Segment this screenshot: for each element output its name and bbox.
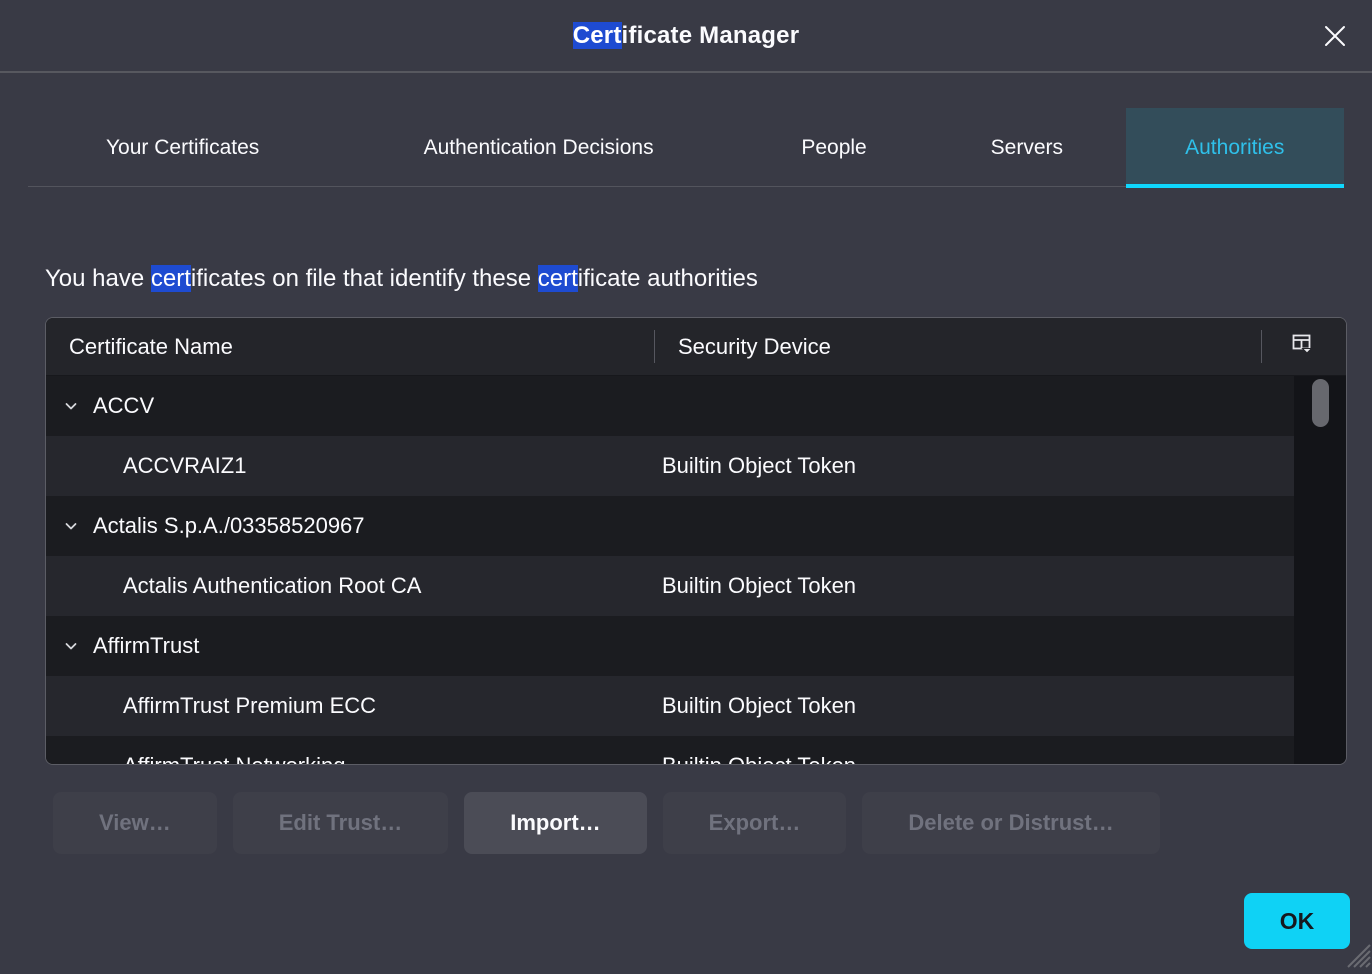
table-row[interactable]: Actalis Authentication Root CA Builtin O… (46, 556, 1294, 616)
table-row[interactable]: ACCVRAIZ1 Builtin Object Token (46, 436, 1294, 496)
certificate-group-name: ACCV (93, 393, 154, 419)
action-button-row: View… Edit Trust… Import… Export… Delete… (53, 792, 1160, 854)
certificate-manager-dialog: Certificate Manager Your Certificates Au… (0, 0, 1372, 974)
tab-bar: Your Certificates Authentication Decisio… (28, 108, 1344, 187)
table-body: ACCV ACCVRAIZ1 Builtin Object Token Acta… (46, 376, 1346, 764)
find-highlight: Cert (573, 22, 622, 49)
export-button[interactable]: Export… (663, 792, 847, 854)
chevron-down-icon[interactable] (62, 637, 80, 655)
edit-trust-button[interactable]: Edit Trust… (233, 792, 448, 854)
titlebar: Certificate Manager (0, 0, 1372, 73)
table-row[interactable]: Actalis S.p.A./03358520967 (46, 496, 1294, 556)
column-picker-button[interactable] (1282, 327, 1326, 367)
table-header: Certificate Name Security Device (46, 318, 1346, 376)
close-icon (1320, 21, 1350, 54)
chevron-down-icon[interactable] (62, 517, 80, 535)
find-highlight: cert (538, 265, 578, 292)
chevron-down-icon[interactable] (62, 397, 80, 415)
scrollbar-track[interactable] (1294, 376, 1346, 764)
delete-or-distrust-button[interactable]: Delete or Distrust… (862, 792, 1159, 854)
dialog-title: Certificate Manager (573, 22, 800, 50)
table-row[interactable]: AffirmTrust Premium ECC Builtin Object T… (46, 676, 1294, 736)
table-row[interactable]: ACCV (46, 376, 1294, 436)
description-text: You have certificates on file that ident… (45, 263, 1342, 295)
tab-authentication-decisions[interactable]: Authentication Decisions (337, 108, 740, 187)
tab-people[interactable]: People (740, 108, 928, 187)
column-header-security-device[interactable]: Security Device (655, 318, 1261, 375)
find-highlight: cert (151, 265, 191, 292)
table-row[interactable]: AffirmTrust (46, 616, 1294, 676)
security-device: Builtin Object Token (658, 573, 1294, 599)
column-picker-cell (1262, 318, 1346, 375)
certificate-group-name: Actalis S.p.A./03358520967 (93, 513, 365, 539)
table-rows: ACCV ACCVRAIZ1 Builtin Object Token Acta… (46, 376, 1294, 764)
certificate-name: AffirmTrust Networking (123, 753, 346, 764)
scrollbar-thumb[interactable] (1312, 379, 1329, 427)
tab-label: Your Certificates (106, 136, 259, 160)
certificate-name: ACCVRAIZ1 (123, 453, 246, 479)
tab-label: Authorities (1185, 136, 1284, 160)
column-picker-icon (1292, 334, 1316, 359)
certificate-name: AffirmTrust Premium ECC (123, 693, 376, 719)
tab-label: Authentication Decisions (424, 136, 654, 160)
resize-grip-icon[interactable] (1341, 938, 1371, 973)
certificate-name: Actalis Authentication Root CA (123, 573, 421, 599)
security-device: Builtin Object Token (658, 693, 1294, 719)
security-device: Builtin Object Token (658, 753, 1294, 764)
view-button[interactable]: View… (53, 792, 217, 854)
security-device: Builtin Object Token (658, 453, 1294, 479)
tab-your-certificates[interactable]: Your Certificates (28, 108, 337, 187)
import-button[interactable]: Import… (464, 792, 646, 854)
ok-button[interactable]: OK (1244, 893, 1350, 949)
tab-label: People (801, 136, 866, 160)
close-button[interactable] (1316, 18, 1354, 56)
certificate-group-name: AffirmTrust (93, 633, 199, 659)
table-row[interactable]: AffirmTrust Networking Builtin Object To… (46, 736, 1294, 764)
tab-label: Servers (991, 136, 1063, 160)
certificates-table: Certificate Name Security Device (45, 317, 1347, 765)
column-header-certificate-name[interactable]: Certificate Name (46, 318, 654, 375)
tab-authorities[interactable]: Authorities (1126, 108, 1344, 187)
tab-servers[interactable]: Servers (928, 108, 1125, 187)
